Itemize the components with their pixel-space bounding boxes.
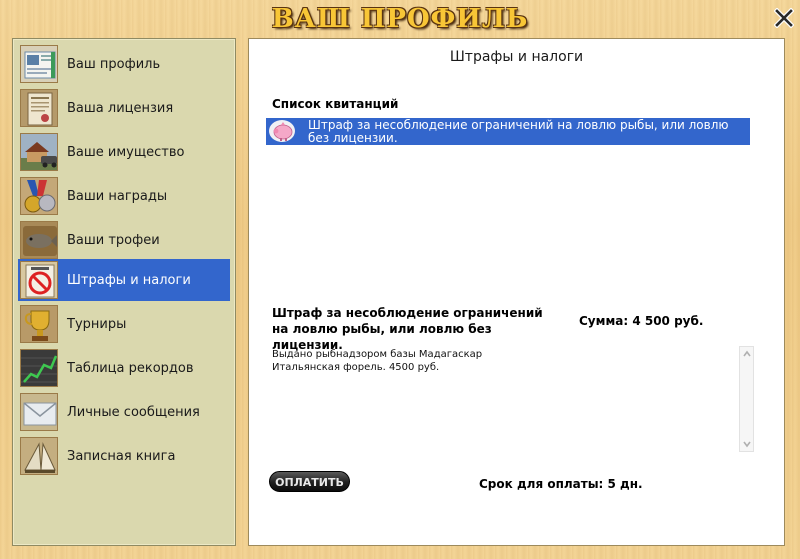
- fine-description-line: Выдано рыбнадзором базы Мадагаскар: [272, 349, 483, 360]
- sidebar-item-label: Штрафы и налоги: [67, 272, 191, 288]
- scroll-up-icon[interactable]: [742, 349, 752, 359]
- fine-title: Штраф за несоблюдение ограничений на лов…: [272, 306, 543, 352]
- sidebar-item-label: Ваши награды: [67, 188, 168, 204]
- sidebar-item-notebook[interactable]: Записная книга: [18, 435, 230, 477]
- close-icon: [773, 7, 795, 29]
- profile-icon: [20, 45, 58, 83]
- sidebar-item-label: Турниры: [67, 316, 127, 332]
- fines-icon: [20, 261, 58, 299]
- sidebar-item-label: Ваша лицензия: [67, 100, 174, 116]
- sidebar-item-messages[interactable]: Личные сообщения: [18, 391, 230, 433]
- sidebar-item-awards[interactable]: Ваши награды: [18, 175, 230, 217]
- description-scrollbar[interactable]: [739, 346, 754, 452]
- fine-description-line: Итальянская форель. 4500 руб.: [272, 362, 440, 373]
- notebook-icon: [20, 437, 58, 475]
- cup-icon: [20, 305, 58, 343]
- license-icon: [20, 89, 58, 127]
- sidebar-item-property[interactable]: Ваше имущество: [18, 131, 230, 173]
- page-title: Штрафы и налоги: [449, 49, 584, 65]
- receipt-text: Штраф за несоблюдение ограничений на лов…: [308, 118, 729, 145]
- sidebar-item-label: Ваш профиль: [67, 56, 161, 72]
- sidebar-item-label: Личные сообщения: [67, 404, 200, 420]
- envelope-icon: [20, 393, 58, 431]
- sidebar-item-label: Записная книга: [67, 448, 176, 464]
- fine-description: Выдано рыбнадзором базы Мадагаскар Италь…: [272, 348, 732, 374]
- chart-icon: [20, 349, 58, 387]
- sidebar-item-trophies[interactable]: Ваши трофеи: [18, 219, 230, 261]
- sidebar: Ваш профиль Ваша лицензия Ваше имущество…: [12, 38, 236, 546]
- piggy-bank-icon: [269, 120, 295, 142]
- sidebar-item-label: Таблица рекордов: [67, 360, 194, 376]
- sidebar-item-profile[interactable]: Ваш профиль: [18, 43, 230, 85]
- medal-icon: [20, 177, 58, 215]
- property-icon: [20, 133, 58, 171]
- window-title: ВАШ ПРОФИЛЬ: [271, 4, 529, 34]
- scroll-down-icon[interactable]: [742, 439, 752, 449]
- receipts-list-header: Список квитанций: [272, 97, 399, 111]
- sidebar-item-license[interactable]: Ваша лицензия: [18, 87, 230, 129]
- trophy-fish-icon: [20, 221, 58, 259]
- payment-deadline: Срок для оплаты: 5 дн.: [479, 477, 643, 491]
- pay-button[interactable]: ОПЛАТИТЬ: [269, 471, 350, 492]
- sidebar-item-label: Ваше имущество: [67, 144, 185, 160]
- main-panel: Штрафы и налоги Список квитанций Штраф з…: [248, 38, 785, 546]
- sidebar-item-records[interactable]: Таблица рекордов: [18, 347, 230, 389]
- sidebar-item-fines[interactable]: Штрафы и налоги: [18, 259, 230, 301]
- list-item[interactable]: Штраф за несоблюдение ограничений на лов…: [266, 118, 750, 145]
- close-button[interactable]: [773, 7, 795, 29]
- sidebar-item-label: Ваши трофеи: [67, 232, 160, 248]
- fine-sum: Сумма: 4 500 руб.: [579, 314, 704, 328]
- sidebar-item-tournaments[interactable]: Турниры: [18, 303, 230, 345]
